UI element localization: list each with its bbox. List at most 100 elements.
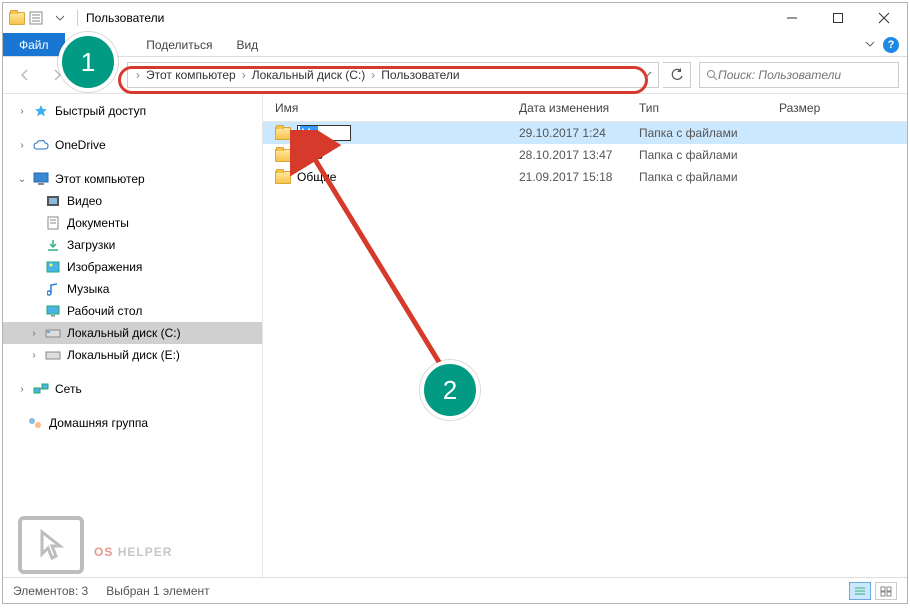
help-icon[interactable]: ? xyxy=(883,37,899,53)
qat-dropdown-icon[interactable] xyxy=(49,7,71,29)
sidebar-item-label: Документы xyxy=(67,216,129,230)
titlebar: Пользователи xyxy=(3,3,907,33)
file-row[interactable]: My 29.10.2017 1:24 Папка с файлами xyxy=(263,122,907,144)
sidebar-item-desktop[interactable]: Рабочий стол xyxy=(3,300,262,322)
file-row[interactable]: Общие 21.09.2017 15:18 Папка с файлами xyxy=(263,166,907,188)
drive-icon xyxy=(45,325,61,341)
search-box[interactable] xyxy=(699,62,899,88)
statusbar: Элементов: 3 Выбран 1 элемент xyxy=(3,577,907,603)
cell-name: nzho xyxy=(297,148,323,162)
sidebar-onedrive[interactable]: › OneDrive xyxy=(3,134,262,156)
annotation-badge-2: 2 xyxy=(420,360,480,420)
tab-view[interactable]: Вид xyxy=(224,33,270,56)
star-icon xyxy=(33,103,49,119)
file-list: My 29.10.2017 1:24 Папка с файлами nzho … xyxy=(263,122,907,577)
folder-icon xyxy=(275,149,291,162)
cell-name: Общие xyxy=(297,170,336,184)
cell-date: 29.10.2017 1:24 xyxy=(519,126,639,140)
folder-icon xyxy=(275,171,291,184)
chevron-right-icon: › xyxy=(29,350,39,361)
sidebar-item-label: Этот компьютер xyxy=(55,172,145,186)
chevron-right-icon: › xyxy=(17,106,27,117)
sidebar-item-label: Локальный диск (E:) xyxy=(67,348,180,362)
network-icon xyxy=(33,381,49,397)
homegroup-icon xyxy=(27,415,43,431)
chevron-right-icon: › xyxy=(17,384,27,395)
picture-icon xyxy=(45,259,61,275)
column-headers: Имя Дата изменения Тип Размер xyxy=(263,94,907,122)
view-details-button[interactable] xyxy=(849,582,871,600)
maximize-button[interactable] xyxy=(815,3,861,33)
sidebar: › Быстрый доступ › OneDrive ⌄ Этот компь… xyxy=(3,94,263,577)
sidebar-item-videos[interactable]: Видео xyxy=(3,190,262,212)
sidebar-item-drive-c[interactable]: › Локальный диск (C:) xyxy=(3,322,262,344)
desktop-icon xyxy=(45,303,61,319)
sidebar-quickaccess[interactable]: › Быстрый доступ xyxy=(3,100,262,122)
body: › Быстрый доступ › OneDrive ⌄ Этот компь… xyxy=(3,93,907,577)
sidebar-item-music[interactable]: Музыка xyxy=(3,278,262,300)
sidebar-homegroup[interactable]: Домашняя группа xyxy=(3,412,262,434)
tab-share[interactable]: Поделиться xyxy=(134,33,224,56)
watermark-text: OS HELPER xyxy=(94,527,172,564)
col-size[interactable]: Размер xyxy=(779,101,859,115)
cell-type: Папка с файлами xyxy=(639,170,779,184)
cell-date: 28.10.2017 13:47 xyxy=(519,148,639,162)
sidebar-network[interactable]: › Сеть xyxy=(3,378,262,400)
chevron-right-icon: › xyxy=(29,328,39,339)
chevron-right-icon: › xyxy=(17,140,27,151)
sidebar-item-label: Домашняя группа xyxy=(49,416,148,430)
search-input[interactable] xyxy=(718,68,892,82)
main-pane: Имя Дата изменения Тип Размер My 29.10.2… xyxy=(263,94,907,577)
file-row[interactable]: nzho 28.10.2017 13:47 Папка с файлами xyxy=(263,144,907,166)
qat-properties[interactable] xyxy=(25,7,47,29)
music-icon xyxy=(45,281,61,297)
minimize-button[interactable] xyxy=(769,3,815,33)
nav-back-button[interactable] xyxy=(11,62,39,88)
watermark: OS HELPER xyxy=(18,516,172,574)
rename-input[interactable]: My xyxy=(297,125,351,141)
ribbon-tabs: Файл Главная Поделиться Вид ? xyxy=(3,33,907,57)
ribbon-expand-icon[interactable] xyxy=(865,38,875,52)
sidebar-item-downloads[interactable]: Загрузки xyxy=(3,234,262,256)
monitor-icon xyxy=(33,171,49,187)
view-icons-button[interactable] xyxy=(875,582,897,600)
sidebar-item-label: Рабочий стол xyxy=(67,304,142,318)
cursor-icon xyxy=(18,516,84,574)
chevron-down-icon: ⌄ xyxy=(17,174,27,185)
status-count: Элементов: 3 xyxy=(13,584,88,598)
folder-icon xyxy=(275,127,291,140)
sidebar-item-label: Изображения xyxy=(67,260,142,274)
annotation-badge-1: 1 xyxy=(58,32,118,92)
window-title: Пользователи xyxy=(86,11,164,25)
sidebar-item-label: Музыка xyxy=(67,282,109,296)
sidebar-item-label: OneDrive xyxy=(55,138,106,152)
separator xyxy=(77,10,78,26)
folder-icon xyxy=(9,10,25,26)
col-date[interactable]: Дата изменения xyxy=(519,101,639,115)
annotation-oval xyxy=(118,66,648,94)
sidebar-item-label: Видео xyxy=(67,194,102,208)
status-selected: Выбран 1 элемент xyxy=(106,584,209,598)
sidebar-item-drive-e[interactable]: › Локальный диск (E:) xyxy=(3,344,262,366)
sidebar-item-label: Быстрый доступ xyxy=(55,104,146,118)
sidebar-item-pictures[interactable]: Изображения xyxy=(3,256,262,278)
drive-icon xyxy=(45,347,61,363)
refresh-button[interactable] xyxy=(663,62,691,88)
cell-type: Папка с файлами xyxy=(639,126,779,140)
col-name[interactable]: Имя xyxy=(263,101,519,115)
sidebar-item-label: Загрузки xyxy=(67,238,115,252)
cell-date: 21.09.2017 15:18 xyxy=(519,170,639,184)
close-button[interactable] xyxy=(861,3,907,33)
sidebar-item-label: Сеть xyxy=(55,382,82,396)
document-icon xyxy=(45,215,61,231)
file-tab[interactable]: Файл xyxy=(3,33,65,56)
sidebar-item-documents[interactable]: Документы xyxy=(3,212,262,234)
col-type[interactable]: Тип xyxy=(639,101,779,115)
sidebar-item-label: Локальный диск (C:) xyxy=(67,326,181,340)
download-icon xyxy=(45,237,61,253)
cloud-icon xyxy=(33,137,49,153)
search-icon xyxy=(706,69,718,81)
cell-type: Папка с файлами xyxy=(639,148,779,162)
sidebar-thispc[interactable]: ⌄ Этот компьютер xyxy=(3,168,262,190)
window-controls xyxy=(769,3,907,33)
